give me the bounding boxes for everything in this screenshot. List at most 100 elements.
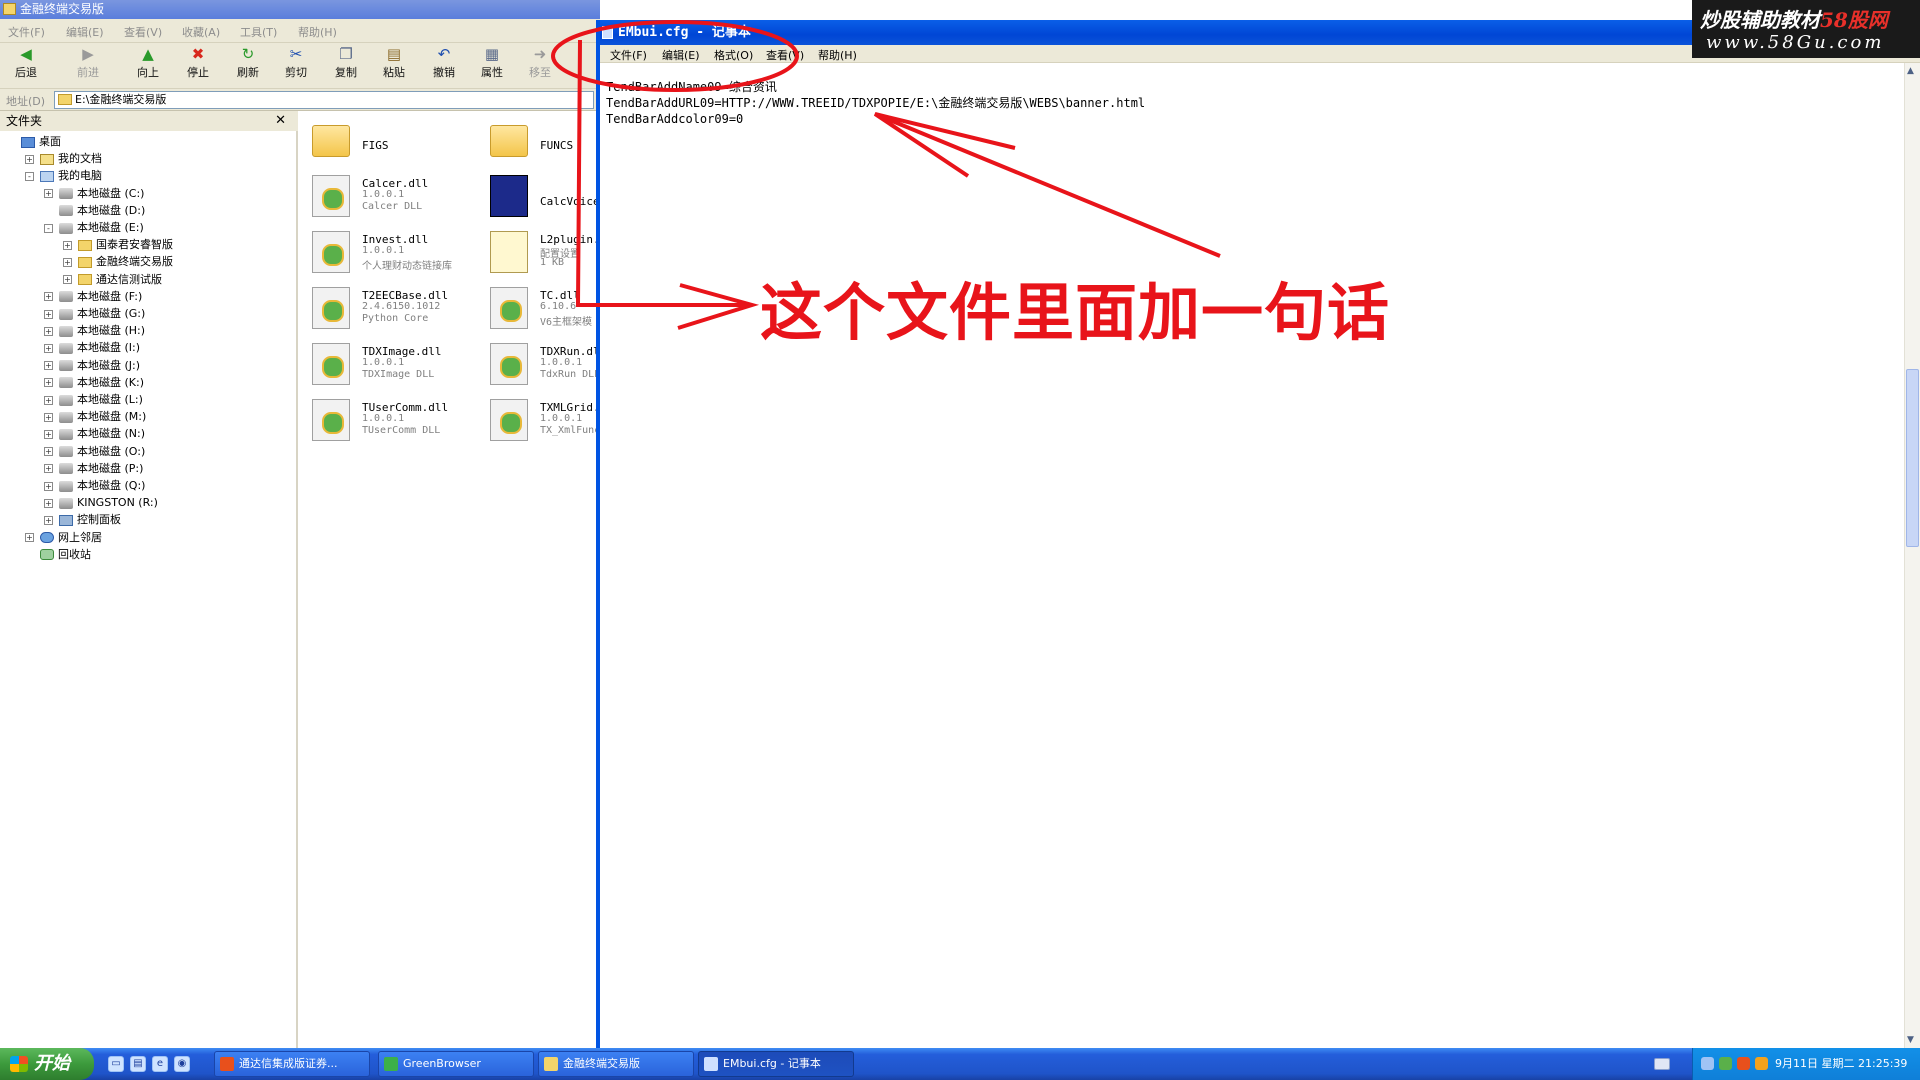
tree-item[interactable]: + 金融终端交易版 (63, 253, 173, 270)
tree-item[interactable]: + 本地磁盘 (O:) (44, 443, 145, 460)
tree-item[interactable]: + KINGSTON (R:) (44, 494, 158, 511)
taskbar-button[interactable]: GreenBrowser (378, 1051, 534, 1077)
expand-icon[interactable]: + (44, 343, 53, 353)
expand-icon[interactable]: + (25, 533, 34, 543)
tree-item[interactable]: + 本地磁盘 (Q:) (44, 477, 145, 494)
file-item[interactable]: Calcer.dll 1.0.0.1 Calcer DLL (304, 171, 474, 223)
vertical-scrollbar[interactable]: ▲ ▼ (1904, 63, 1920, 1048)
notepad-text-area[interactable]: TendBarAddName09=综合资讯 TendBarAddURL09=HTT… (600, 63, 1904, 1048)
collapse-icon[interactable]: - (44, 223, 53, 233)
notepad-menu-edit[interactable]: 编辑(E) (662, 47, 700, 63)
tree-item[interactable]: - 我的电脑 (25, 167, 102, 184)
expand-icon[interactable]: + (44, 481, 53, 491)
expand-icon[interactable]: + (44, 515, 53, 525)
menu-view[interactable]: 查看(V) (124, 24, 162, 40)
volume-icon[interactable] (1755, 1057, 1768, 1070)
file-version: 1.0.0.1 (362, 413, 405, 424)
taskbar-button[interactable]: 金融终端交易版 (538, 1051, 694, 1077)
menu-help[interactable]: 帮助(H) (298, 24, 337, 40)
expand-icon[interactable]: + (44, 447, 53, 457)
menu-file[interactable]: 文件(F) (8, 24, 45, 40)
explorer-title-bar[interactable]: 金融终端交易版 (0, 0, 600, 19)
tree-item[interactable]: + 本地磁盘 (K:) (44, 374, 144, 391)
ie-browser-icon[interactable]: e (152, 1056, 168, 1072)
scroll-thumb[interactable] (1906, 369, 1919, 547)
tree-item[interactable]: 本地磁盘 (D:) (44, 202, 145, 219)
tree-item[interactable]: + 控制面板 (44, 511, 121, 528)
move-to-button[interactable]: ➜ 移至 (518, 45, 562, 85)
notepad-menu-format[interactable]: 格式(O) (714, 47, 753, 63)
taskbar-button[interactable]: EMbui.cfg - 记事本 (698, 1051, 854, 1077)
clock[interactable]: 9月11日 星期二 21:25:39 (1775, 1057, 1907, 1070)
tree-item[interactable]: - 本地磁盘 (E:) (44, 219, 144, 236)
messenger-icon[interactable] (1737, 1057, 1750, 1070)
refresh-button[interactable]: ↻ 刷新 (226, 45, 270, 85)
tree-item[interactable]: + 本地磁盘 (C:) (44, 185, 144, 202)
expand-icon[interactable]: + (44, 378, 53, 388)
tree-item[interactable]: + 本地磁盘 (P:) (44, 460, 143, 477)
expand-icon[interactable]: + (44, 361, 53, 371)
properties-button[interactable]: ▦ 属性 (470, 45, 514, 85)
explorer-window: 金融终端交易版 文件(F) 编辑(E) 查看(V) 收藏(A) 工具(T) 帮助… (0, 0, 606, 1048)
file-item[interactable]: FIGS (304, 115, 474, 167)
expand-icon[interactable]: + (44, 326, 53, 336)
stop-button[interactable]: ✖ 停止 (176, 45, 220, 85)
tree-item[interactable]: + 本地磁盘 (L:) (44, 391, 143, 408)
tree-item[interactable]: + 本地磁盘 (G:) (44, 305, 145, 322)
media-icon[interactable]: ◉ (174, 1056, 190, 1072)
expand-icon[interactable]: + (63, 257, 72, 267)
tree-item[interactable]: + 通达信测试版 (63, 271, 162, 288)
tree-item[interactable]: 回收站 (25, 546, 91, 563)
undo-button[interactable]: ↶ 撤销 (422, 45, 466, 85)
scroll-up-icon[interactable]: ▲ (1907, 66, 1914, 76)
expand-icon[interactable]: + (63, 240, 72, 250)
menu-edit[interactable]: 编辑(E) (66, 24, 104, 40)
expand-icon[interactable]: + (44, 292, 53, 302)
cut-button[interactable]: ✂ 剪切 (274, 45, 318, 85)
address-input[interactable]: E:\金融终端交易版 (54, 91, 594, 109)
copy-button[interactable]: ❐ 复制 (324, 45, 368, 85)
file-item[interactable]: T2EECBase.dll 2.4.6150.1012 Python Core (304, 283, 474, 335)
up-button[interactable]: ▲ 向上 (126, 45, 170, 85)
expand-icon[interactable]: + (44, 189, 53, 199)
tree-item[interactable]: + 本地磁盘 (I:) (44, 339, 140, 356)
notepad-menu-help[interactable]: 帮助(H) (818, 47, 857, 63)
tree-item[interactable]: + 我的文档 (25, 150, 102, 167)
tree-item[interactable]: + 本地磁盘 (N:) (44, 425, 145, 442)
tree-item[interactable]: + 国泰君安睿智版 (63, 236, 173, 253)
expand-icon[interactable]: + (44, 429, 53, 439)
back-button[interactable]: ◀ 后退 (4, 45, 48, 85)
forward-button[interactable]: ▶ 前进 (66, 45, 110, 85)
start-button[interactable]: 开始 (0, 1048, 94, 1080)
close-icon[interactable]: ✕ (275, 111, 286, 131)
file-item[interactable]: TDXImage.dll 1.0.0.1 TDXImage DLL (304, 339, 474, 391)
expand-icon[interactable]: + (44, 412, 53, 422)
scroll-down-icon[interactable]: ▼ (1907, 1035, 1914, 1045)
paste-button[interactable]: ▤ 粘贴 (372, 45, 416, 85)
collapse-icon[interactable]: - (25, 171, 34, 181)
expand-icon[interactable]: + (44, 309, 53, 319)
expand-icon[interactable]: + (63, 275, 72, 285)
expand-icon[interactable]: + (44, 395, 53, 405)
expand-icon[interactable]: + (25, 154, 34, 164)
menu-tools[interactable]: 工具(T) (240, 24, 277, 40)
tree-item[interactable]: + 本地磁盘 (F:) (44, 288, 142, 305)
tree-item[interactable]: + 网上邻居 (25, 529, 102, 546)
file-item[interactable]: Invest.dll 1.0.0.1 个人理财动态链接库 (304, 227, 474, 279)
notepad-menu-view[interactable]: 查看(V) (766, 47, 804, 63)
file-item[interactable]: TUserComm.dll 1.0.0.1 TUserComm DLL (304, 395, 474, 447)
network-icon[interactable] (1701, 1057, 1714, 1070)
explorer-quick-icon[interactable]: ▤ (130, 1056, 146, 1072)
expand-icon[interactable]: + (44, 464, 53, 474)
tree-item[interactable]: 桌面 (6, 133, 61, 150)
taskbar-button[interactable]: 通达信集成版证券... (214, 1051, 370, 1077)
tree-item[interactable]: + 本地磁盘 (M:) (44, 408, 146, 425)
notepad-menu-file[interactable]: 文件(F) (610, 47, 647, 63)
expand-icon[interactable]: + (44, 498, 53, 508)
show-desktop-icon[interactable]: ▭ (108, 1056, 124, 1072)
tree-item[interactable]: + 本地磁盘 (J:) (44, 357, 140, 374)
tree-item[interactable]: + 本地磁盘 (H:) (44, 322, 145, 339)
menu-favorites[interactable]: 收藏(A) (182, 24, 220, 40)
keyboard-icon[interactable] (1654, 1058, 1670, 1070)
security-icon[interactable] (1719, 1057, 1732, 1070)
